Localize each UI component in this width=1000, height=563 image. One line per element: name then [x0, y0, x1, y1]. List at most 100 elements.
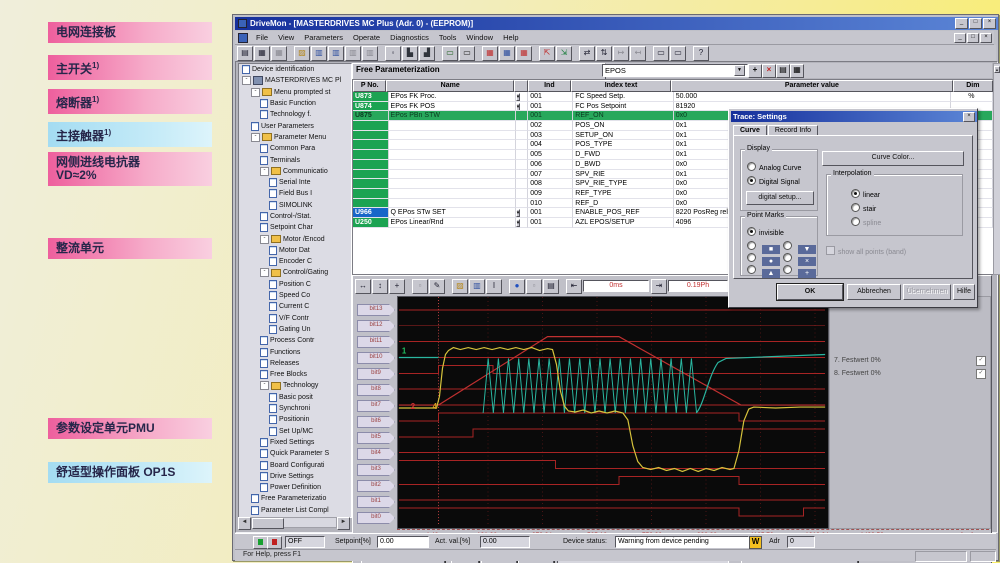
column-header-itext[interactable]: Index text	[571, 80, 671, 92]
toolbar-button-10-icon[interactable]: ▙	[402, 46, 418, 61]
tree-item-communicatio[interactable]: -Communicatio	[239, 166, 351, 177]
toolbar-button-21-icon[interactable]: ↦	[613, 46, 629, 61]
child-close-icon[interactable]: ×	[980, 33, 992, 43]
ok-button[interactable]: OK	[777, 284, 843, 300]
dropdown-icon[interactable]: ▾	[516, 103, 521, 111]
tree-item-basic-posit[interactable]: Basic posit	[239, 392, 351, 403]
tree-item-encoder-c[interactable]: Encoder C	[239, 256, 351, 267]
table-vertical-scrollbar[interactable]: ▲ ▼	[993, 63, 1000, 275]
tree-item-menu-prompted-st[interactable]: -Menu prompted st	[239, 87, 351, 98]
tree-item-position-c[interactable]: Position C	[239, 279, 351, 290]
tree-item-fixed-settings[interactable]: Fixed Settings	[239, 437, 351, 448]
tree-item-parameter-menu[interactable]: -Parameter Menu	[239, 132, 351, 143]
setpoint-field[interactable]: 0.00	[377, 536, 429, 548]
tree-expander-icon[interactable]: -	[260, 235, 269, 244]
curve-icon[interactable]: ●	[509, 279, 525, 294]
child-window-icon[interactable]	[238, 33, 248, 43]
invisible-radio[interactable]: invisible	[747, 227, 784, 237]
tree-item-parameter-list-compl[interactable]: Parameter List Compl	[239, 505, 351, 516]
cancel-button[interactable]: Abbrechen	[847, 284, 901, 300]
new-list-button[interactable]: ▤	[776, 64, 790, 78]
tree-item-speed-co[interactable]: Speed Co	[239, 290, 351, 301]
zoom-x-icon[interactable]: ↔	[355, 279, 371, 294]
toolbar-button-5-icon[interactable]: ▥	[311, 46, 327, 61]
delete-parameter-button[interactable]: ×	[762, 64, 776, 78]
apply-button[interactable]: Übernehmen	[903, 284, 951, 300]
toolbar-button-23-icon[interactable]: ▭	[653, 46, 669, 61]
trace-channel-item[interactable]: 7. Festwert 0%✓	[834, 355, 986, 366]
toolbar-button-11-icon[interactable]: ▟	[419, 46, 435, 61]
tree-item-positionin[interactable]: Positionin	[239, 414, 351, 425]
tree-item-free-blocks[interactable]: Free Blocks	[239, 369, 351, 380]
drive-on-button[interactable]	[253, 536, 268, 549]
reset-zoom-icon[interactable]: ▫	[412, 279, 428, 294]
menu-item-file[interactable]: File	[251, 33, 273, 42]
tree-item-current-c[interactable]: Current C	[239, 301, 351, 312]
tree-item-releases[interactable]: Releases	[239, 358, 351, 369]
tree-horizontal-scrollbar[interactable]: ◄ ►	[238, 517, 350, 528]
menu-item-tools[interactable]: Tools	[434, 33, 462, 42]
tree-item-motor-dat[interactable]: Motor Dat	[239, 245, 351, 256]
tree-item-control-stat-[interactable]: Control-/Stat.	[239, 211, 351, 222]
tree-expander-icon[interactable]: -	[260, 268, 269, 277]
print-icon[interactable]: ▤	[543, 279, 559, 294]
menu-item-parameters[interactable]: Parameters	[299, 33, 348, 42]
curve-color-button[interactable]: Curve Color...	[822, 151, 964, 166]
menu-item-diagnostics[interactable]: Diagnostics	[385, 33, 434, 42]
maximize-icon[interactable]: □	[969, 18, 982, 29]
tree-item-common-para[interactable]: Common Para	[239, 143, 351, 154]
toolbar-button-19-icon[interactable]: ⇄	[579, 46, 595, 61]
point-mark-triangle-up-radio[interactable]: ▲	[747, 265, 780, 278]
table-row[interactable]: U873EPos FK Proc.▾001FC Speed Setp.50.00…	[353, 92, 993, 102]
toolbar-button-20-icon[interactable]: ⇅	[596, 46, 612, 61]
dt-cursor-icon[interactable]: ⇤	[566, 279, 582, 294]
tree-item-board-configurati[interactable]: Board Configurati	[239, 459, 351, 470]
trace-channel-item[interactable]: 8. Festwert 0%✓	[834, 368, 986, 379]
toolbar-button-2-icon[interactable]: ▦	[254, 46, 270, 61]
column-header-val[interactable]: Parameter value	[671, 80, 953, 92]
parameter-set-combobox[interactable]: EPOS ▼	[602, 64, 748, 77]
tree-item-simolink[interactable]: SIMOLINK	[239, 200, 351, 211]
interpolation-stair-radio[interactable]: stair	[851, 203, 876, 213]
tree-item-control-gating[interactable]: -Control/Gating	[239, 267, 351, 278]
dropdown-icon[interactable]: ▾	[516, 209, 521, 217]
menu-item-window[interactable]: Window	[461, 33, 498, 42]
tree-item-gating-un[interactable]: Gating Un	[239, 324, 351, 335]
info-icon[interactable]: I	[486, 279, 502, 294]
channel-checkbox[interactable]: ✓	[976, 356, 986, 366]
drive-off-button[interactable]	[267, 536, 282, 549]
point-mark-plus-radio[interactable]: +	[783, 265, 816, 278]
open-icon[interactable]: ▨	[452, 279, 468, 294]
toolbar-button-7-icon[interactable]: ▥	[345, 46, 361, 61]
menu-item-help[interactable]: Help	[498, 33, 523, 42]
tree-item-terminals[interactable]: Terminals	[239, 154, 351, 165]
blank-icon[interactable]: ▫	[526, 279, 542, 294]
toolbar-button-3-icon[interactable]: ▦	[271, 46, 287, 61]
column-header-pno[interactable]: P No.	[353, 80, 386, 92]
list-options-button[interactable]: ▦	[790, 64, 804, 78]
digital-signal-radio[interactable]: Digital Signal	[747, 176, 800, 186]
interpolation-spline-radio[interactable]: spline	[851, 217, 881, 227]
toolbar-button-9-icon[interactable]: ◦	[385, 46, 401, 61]
toolbar-button-1-icon[interactable]: ▤	[237, 46, 253, 61]
toolbar-button-18-icon[interactable]: ⇲	[556, 46, 572, 61]
dv-cursor-icon[interactable]: ⇥	[651, 279, 667, 294]
tree-expander-icon[interactable]: -	[251, 88, 260, 97]
tree-item-functions[interactable]: Functions	[239, 346, 351, 357]
interpolation-linear-radio[interactable]: linear	[851, 189, 880, 199]
tree-item-synchroni[interactable]: Synchroni	[239, 403, 351, 414]
tree-item-technology-f-[interactable]: Technology f.	[239, 109, 351, 120]
tree-item-field-bus-i[interactable]: Field Bus I	[239, 188, 351, 199]
tree-item-v-f-contr[interactable]: V/F Contr	[239, 313, 351, 324]
zoom-y-icon[interactable]: ↕	[372, 279, 388, 294]
tree-item-power-definition[interactable]: Power Definition	[239, 482, 351, 493]
edit-icon[interactable]: ✎	[429, 279, 445, 294]
toolbar-button-15-icon[interactable]: ▦	[499, 46, 515, 61]
menu-item-operate[interactable]: Operate	[348, 33, 385, 42]
tree-item-setpoint-char[interactable]: Setpoint Char	[239, 222, 351, 233]
digital-setup-button[interactable]: digital setup...	[746, 191, 814, 205]
tree-item-drive-settings[interactable]: Drive Settings	[239, 471, 351, 482]
dropdown-icon[interactable]: ▾	[516, 219, 521, 227]
tree-item-free-parameterizatio[interactable]: Free Parameterizatio	[239, 493, 351, 504]
toolbar-button-17-icon[interactable]: ⇱	[539, 46, 555, 61]
